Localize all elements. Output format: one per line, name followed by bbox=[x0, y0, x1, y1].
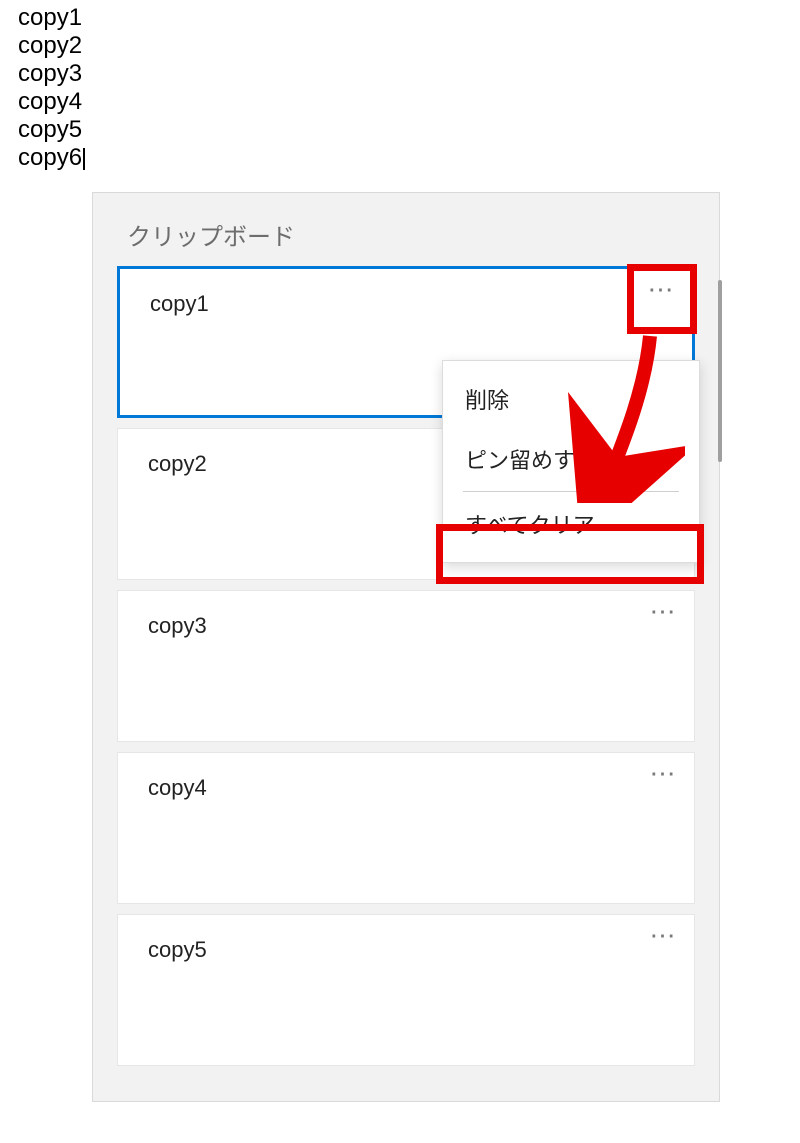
clip-item[interactable]: copy4 ⋯ bbox=[117, 752, 695, 904]
menu-item-delete[interactable]: 削除 bbox=[443, 369, 699, 429]
menu-item-clear-all[interactable]: すべてクリア bbox=[443, 494, 699, 554]
clip-item-text: copy1 bbox=[150, 291, 209, 317]
more-options-icon[interactable]: ⋯ bbox=[648, 605, 678, 617]
clip-item-text: copy4 bbox=[148, 775, 207, 801]
clip-item-text: copy2 bbox=[148, 451, 207, 477]
text-editor-content[interactable]: copy1 copy2 copy3 copy4 copy5 copy6 bbox=[18, 4, 85, 172]
clip-item[interactable]: copy5 ⋯ bbox=[117, 914, 695, 1066]
clipboard-history-panel: クリップボード copy1 ⋯ copy2 ⋯ copy3 ⋯ copy4 ⋯ … bbox=[92, 192, 720, 1102]
editor-line: copy6 bbox=[18, 144, 85, 172]
more-options-icon[interactable]: ⋯ bbox=[648, 929, 678, 941]
clip-item-text: copy3 bbox=[148, 613, 207, 639]
text-cursor bbox=[83, 148, 85, 170]
more-options-icon[interactable]: ⋯ bbox=[646, 283, 676, 295]
menu-separator bbox=[463, 491, 679, 492]
scrollbar-thumb[interactable] bbox=[718, 280, 722, 462]
panel-title: クリップボード bbox=[93, 193, 719, 266]
editor-line: copy3 bbox=[18, 60, 85, 88]
menu-item-pin[interactable]: ピン留めする bbox=[443, 429, 699, 489]
clip-item-context-menu: 削除 ピン留めする すべてクリア bbox=[442, 360, 700, 563]
editor-line: copy1 bbox=[18, 4, 85, 32]
more-options-icon[interactable]: ⋯ bbox=[648, 767, 678, 779]
editor-line: copy5 bbox=[18, 116, 85, 144]
editor-line: copy2 bbox=[18, 32, 85, 60]
editor-line: copy4 bbox=[18, 88, 85, 116]
clip-item[interactable]: copy3 ⋯ bbox=[117, 590, 695, 742]
clip-item-text: copy5 bbox=[148, 937, 207, 963]
